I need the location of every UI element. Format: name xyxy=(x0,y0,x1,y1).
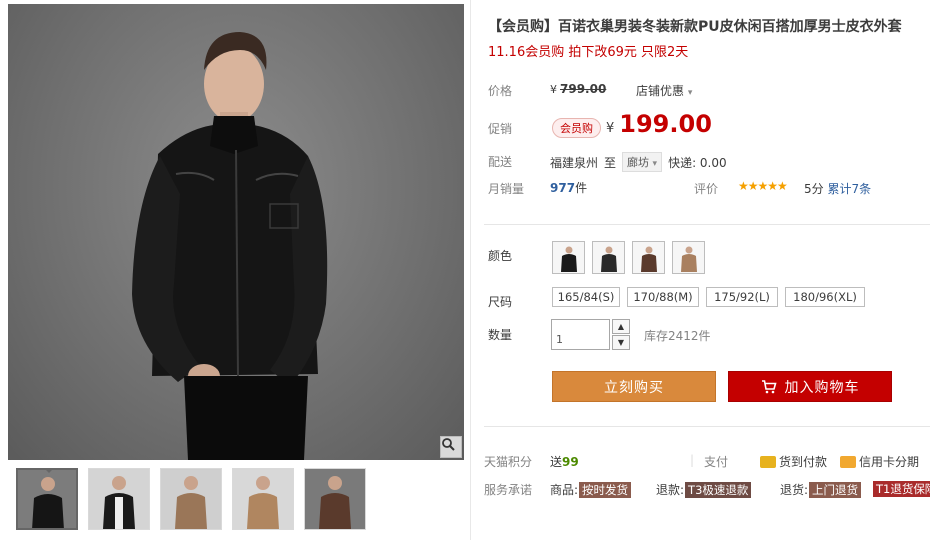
zoom-button[interactable] xyxy=(440,436,462,458)
color-options xyxy=(552,241,705,274)
promise-refund: 退款: T3极速退款 xyxy=(656,481,752,498)
color-swatch-1[interactable] xyxy=(552,241,585,274)
color-swatch-2[interactable] xyxy=(592,241,625,274)
thumbnail-1[interactable] xyxy=(16,468,78,530)
thumbnail-image xyxy=(89,469,149,529)
quantity-input[interactable] xyxy=(551,319,610,350)
product-info-panel: 【会员购】百诺衣巢男装冬装新款PU皮休闲百搭加厚男士皮衣外套 11.16会员购 … xyxy=(484,0,930,540)
divider xyxy=(484,224,930,225)
chevron-up-icon: ▲ xyxy=(617,322,625,331)
thumbnail-3[interactable] xyxy=(160,468,222,530)
size-option[interactable]: 180/96(XL) xyxy=(785,287,865,307)
cash-icon xyxy=(760,455,776,468)
shop-discount-dropdown[interactable]: 店铺优惠 ▾ xyxy=(636,82,692,99)
size-option[interactable]: 175/92(L) xyxy=(706,287,778,307)
product-subtitle: 11.16会员购 拍下改69元 只限2天 xyxy=(488,45,689,60)
thumbnail-image xyxy=(305,469,365,529)
jacket-thumb-icon xyxy=(600,246,617,272)
price-label: 价格 xyxy=(488,84,513,98)
add-to-cart-button[interactable]: 加入购物车 xyxy=(728,371,892,402)
member-badge: 会员购 xyxy=(552,118,601,138)
quantity-label: 数量 xyxy=(488,328,513,342)
service-promise-label: 服务承诺 xyxy=(484,483,533,497)
divider xyxy=(484,426,930,427)
promo-price: ¥199.00 xyxy=(606,110,712,138)
express-fee: 快递: 0.00 xyxy=(668,155,727,170)
thumbnail-image xyxy=(18,470,76,528)
product-title: 【会员购】百诺衣巢男装冬装新款PU皮休闲百搭加厚男士皮衣外套 xyxy=(488,19,902,35)
stock-count: 库存2412件 xyxy=(644,329,711,343)
payment-label: 支付 xyxy=(704,455,729,469)
size-options: 165/84(S) 170/88(M) 175/92(L) 180/96(XL) xyxy=(552,287,865,307)
monthly-sales-count: 977件 xyxy=(550,181,588,195)
credit-card-icon xyxy=(840,455,856,468)
separator: | xyxy=(690,453,695,467)
quantity-increase-button[interactable]: ▲ xyxy=(612,319,630,334)
thumbnail-image xyxy=(233,469,293,529)
shipping-label: 配送 xyxy=(488,155,513,169)
jacket-thumb-icon xyxy=(560,246,577,272)
ship-to-word: 至 xyxy=(604,155,617,170)
credit-installment: 信用卡分期 xyxy=(840,453,919,470)
promo-label: 促销 xyxy=(488,122,513,136)
buy-now-button[interactable]: 立刻购买 xyxy=(552,371,716,402)
ship-from: 福建泉州 xyxy=(550,155,599,170)
chevron-down-icon: ▼ xyxy=(617,338,625,347)
cart-icon xyxy=(761,379,777,393)
thumbnail-strip xyxy=(8,468,464,536)
chevron-down-icon: ▾ xyxy=(652,159,658,169)
points-label: 天猫积分 xyxy=(484,455,533,469)
size-option[interactable]: 165/84(S) xyxy=(552,287,620,307)
promise-goods: 商品: 按时发货 xyxy=(550,481,632,498)
shipping-info: 福建泉州 至 廊坊 ▾ 快递: 0.00 xyxy=(550,152,727,172)
city-select[interactable]: 廊坊 ▾ xyxy=(622,152,663,172)
price-panel: 价格 ¥799.00 店铺优惠 ▾ 促销 会员购 ¥199.00 配送 福建泉州… xyxy=(484,70,930,206)
column-divider xyxy=(470,0,471,540)
magnifier-icon xyxy=(442,438,455,451)
thumbnail-image xyxy=(161,469,221,529)
size-option[interactable]: 170/88(M) xyxy=(627,287,699,307)
rating-label: 评价 xyxy=(694,182,719,196)
model-photo xyxy=(132,32,328,460)
thumbnail-4[interactable] xyxy=(232,468,294,530)
jacket-thumb-icon xyxy=(640,246,657,272)
thumbnail-2[interactable] xyxy=(88,468,150,530)
rating-score[interactable]: 5分 累计7条 xyxy=(804,180,871,197)
quantity-decrease-button[interactable]: ▼ xyxy=(612,335,630,350)
rating-stars: ★★★★★ xyxy=(738,179,788,193)
main-product-image[interactable] xyxy=(8,4,464,460)
chevron-down-icon: ▾ xyxy=(687,88,693,98)
add-to-cart-label: 加入购物车 xyxy=(784,379,860,396)
jacket-thumb-icon xyxy=(680,246,697,272)
points-value: 送99 xyxy=(550,455,579,469)
color-label: 颜色 xyxy=(488,249,513,263)
promise-return: 退货: 上门退货 xyxy=(780,481,862,498)
color-swatch-3[interactable] xyxy=(632,241,665,274)
thumbnail-5[interactable] xyxy=(304,468,366,530)
size-label: 尺码 xyxy=(488,295,513,309)
color-swatch-4[interactable] xyxy=(672,241,705,274)
monthly-sales-label: 月销量 xyxy=(488,182,525,196)
cod-payment: 货到付款 xyxy=(760,453,827,470)
original-price: ¥799.00 xyxy=(550,82,607,96)
promise-t1: T1退货保障 xyxy=(872,481,930,497)
